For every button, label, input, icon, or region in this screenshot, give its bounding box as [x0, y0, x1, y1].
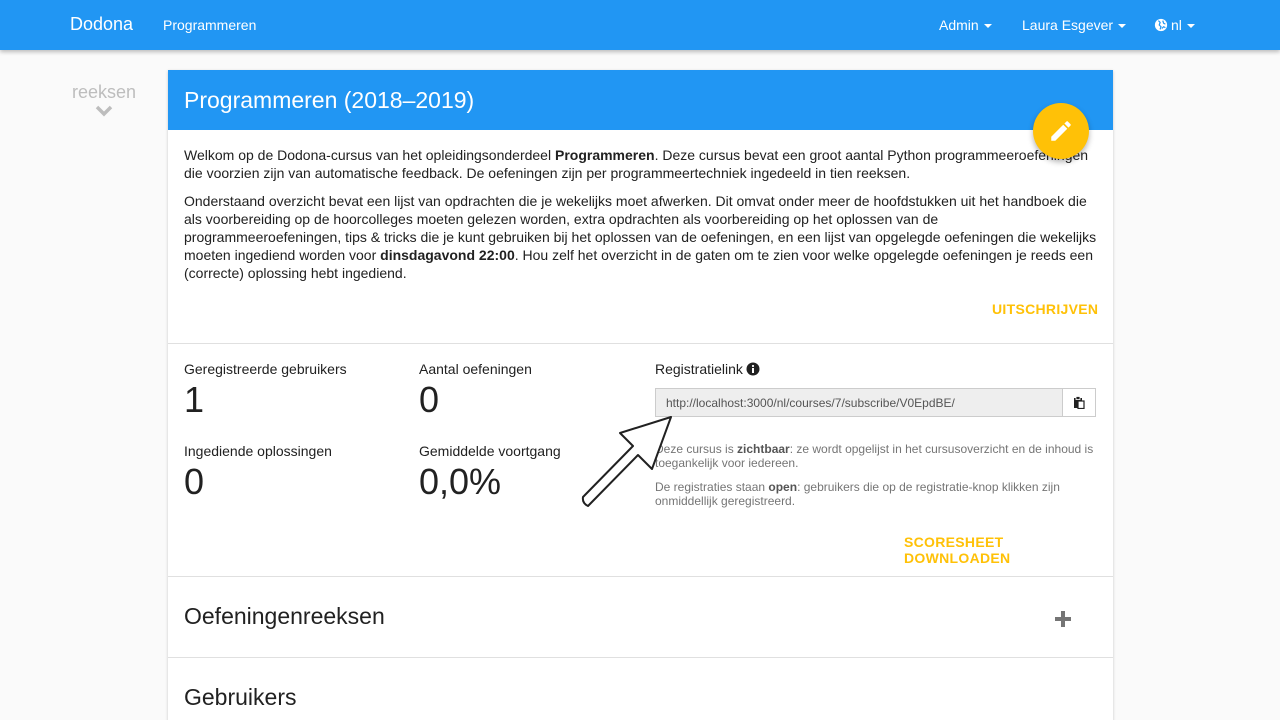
visibility-info: Deze cursus is zichtbaar: ze wordt opgel… — [655, 442, 1095, 470]
stat-label: Ingediende oplossingen — [184, 443, 332, 459]
info-text: De registraties staan — [655, 480, 769, 494]
stat-value: 0,0% — [419, 461, 502, 502]
stat-label: Aantal oefeningen — [419, 361, 532, 377]
nav-course-link[interactable]: Programmeren — [163, 17, 256, 33]
navbar: Dodona Programmeren Admin Laura Esgever … — [0, 0, 1280, 50]
caret-down-icon — [983, 24, 992, 29]
stat-average-progress: Gemiddelde voortgang 0,0% — [419, 443, 561, 503]
brand-link[interactable]: Dodona — [70, 14, 133, 35]
admin-dropdown[interactable]: Admin — [939, 17, 992, 33]
stat-value: 1 — [184, 379, 205, 420]
stat-submissions: Ingediende oplossingen 0 — [184, 443, 332, 503]
info-bold: open — [768, 480, 798, 494]
unsubscribe-button[interactable]: UITSCHRIJVEN — [992, 301, 1098, 317]
edit-course-button[interactable] — [1033, 103, 1089, 159]
stat-exercises: Aantal oefeningen 0 — [419, 361, 532, 421]
registration-link-label: Registratielink — [655, 361, 760, 377]
download-scoresheet-button[interactable]: SCORESHEET DOWNLOADEN — [904, 534, 1113, 566]
info-bold: zichtbaar — [737, 442, 790, 456]
description-text: Welkom op de Dodona-cursus van het oplei… — [184, 147, 555, 163]
description-bold: dinsdagavond 22:00 — [380, 247, 515, 263]
add-series-icon[interactable] — [1054, 610, 1072, 628]
divider — [168, 576, 1113, 577]
divider — [168, 657, 1113, 658]
info-text: Deze cursus is — [655, 442, 738, 456]
description-bold: Programmeren — [554, 147, 655, 163]
users-section-title: Gebruikers — [184, 684, 297, 710]
language-dropdown[interactable]: nl — [1154, 17, 1195, 33]
stat-value: 0 — [419, 379, 440, 420]
divider — [168, 343, 1113, 344]
stat-registered-users: Geregistreerde gebruikers 1 — [184, 361, 347, 421]
registration-open-info: De registraties staan open: gebruikers d… — [655, 480, 1095, 508]
info-icon[interactable] — [746, 362, 760, 376]
caret-down-icon — [1186, 24, 1195, 29]
course-description: Welkom op de Dodona-cursus van het oplei… — [168, 130, 1113, 282]
user-dropdown[interactable]: Laura Esgever — [1022, 17, 1127, 33]
stat-label: Gemiddelde voortgang — [419, 443, 561, 459]
registration-link-input[interactable] — [655, 388, 1063, 417]
stat-value: 0 — [184, 461, 205, 502]
course-title: Programmeren (2018–2019) — [168, 70, 1113, 130]
admin-label: Admin — [939, 17, 979, 33]
chevron-down-icon — [95, 105, 113, 117]
series-section-title: Oefeningenreeksen — [184, 603, 385, 629]
language-label: nl — [1171, 17, 1182, 33]
registration-label-text: Registratielink — [655, 361, 743, 377]
pencil-icon — [1051, 121, 1071, 141]
course-card: Programmeren (2018–2019) Welkom op de Do… — [168, 70, 1113, 720]
stat-label: Geregistreerde gebruikers — [184, 361, 347, 377]
clipboard-icon — [1074, 396, 1085, 409]
copy-link-button[interactable] — [1062, 388, 1096, 417]
series-sidenav[interactable]: reeksen — [60, 82, 148, 122]
user-name: Laura Esgever — [1022, 17, 1114, 33]
sidenav-label: reeksen — [71, 82, 137, 102]
globe-icon — [1154, 18, 1168, 32]
caret-down-icon — [1118, 24, 1127, 29]
